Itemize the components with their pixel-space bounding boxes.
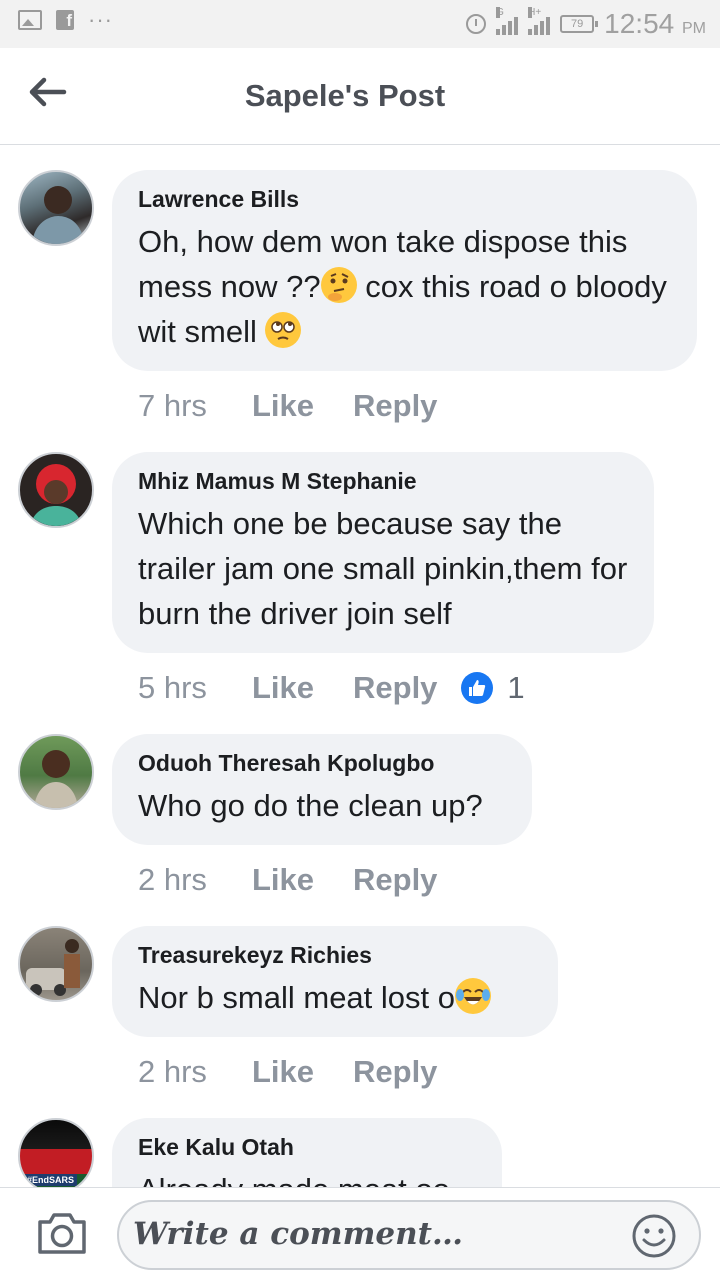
signal-icon: G [496, 7, 519, 35]
network-type-1: G [496, 7, 504, 18]
thumbs-up-icon [461, 672, 494, 704]
comment-text: Oh, how dem won take dispose this mess n… [138, 224, 667, 349]
network-type-2: H+ [528, 7, 542, 18]
comment-author[interactable]: Oduoh Theresah Kpolugbo [138, 750, 506, 777]
avatar[interactable] [18, 734, 94, 810]
page-title: Sapele's Post [244, 78, 446, 113]
reaction-summary[interactable]: 1 [461, 670, 525, 706]
like-button[interactable]: Like [252, 1054, 353, 1090]
facebook-icon: f [56, 10, 74, 30]
comment-actions: 7 hrs Like Reply [138, 388, 437, 424]
more-icon: ··· [88, 7, 113, 32]
smiley-icon[interactable] [631, 1213, 677, 1259]
signal-icon: H+ [528, 7, 551, 35]
battery-icon: 79 [560, 15, 599, 33]
app-header: Sapele's Post [0, 48, 720, 145]
tears-of-joy-face-icon [455, 978, 491, 1014]
like-button[interactable]: Like [252, 670, 353, 706]
reply-button[interactable]: Reply [353, 670, 437, 706]
comment-actions: 2 hrs Like Reply [138, 862, 437, 898]
comment-author[interactable]: Treasurekeyz Richies [138, 942, 532, 969]
thinking-face-icon [320, 267, 357, 303]
comment-timestamp: 5 hrs [138, 670, 207, 705]
avatar[interactable] [18, 452, 94, 528]
comment-bubble[interactable]: Eke Kalu Otah Already made meat oo [112, 1118, 502, 1187]
clock: 12:54 PM [604, 8, 706, 39]
status-bar: f ··· G H+ 79 12:54 PM [0, 0, 720, 48]
avatar[interactable] [18, 170, 94, 246]
like-button[interactable]: Like [252, 862, 353, 898]
comment-list[interactable]: Lawrence Bills Oh, how dem won take disp… [0, 145, 720, 1187]
comment-text: Which one be because say the trailer jam… [138, 506, 628, 631]
comment-author[interactable]: Mhiz Mamus M Stephanie [138, 468, 628, 495]
camera-icon[interactable] [36, 1210, 88, 1256]
gallery-icon [18, 10, 42, 30]
comment-actions: 5 hrs Like Reply 1 [138, 670, 525, 706]
avatar[interactable] [18, 926, 94, 1002]
comment-bubble[interactable]: Oduoh Theresah Kpolugbo Who go do the cl… [112, 734, 532, 845]
avatar[interactable]: #EndSARS [18, 1118, 94, 1187]
comment-composer: Write a comment… [0, 1187, 720, 1281]
comment-input[interactable]: Write a comment… [117, 1200, 701, 1270]
reply-button[interactable]: Reply [353, 388, 437, 424]
comment-placeholder: Write a comment… [133, 1216, 463, 1252]
reaction-count: 1 [507, 670, 525, 705]
comment-timestamp: 7 hrs [138, 388, 207, 423]
rolling-eyes-face-icon [265, 312, 302, 348]
comment-timestamp: 2 hrs [138, 862, 207, 897]
reply-button[interactable]: Reply [353, 1054, 437, 1090]
comment-text: Already made meat oo [138, 1167, 476, 1187]
comment-actions: 2 hrs Like Reply [138, 1054, 437, 1090]
comment-text: Nor b small meat lost o [138, 975, 532, 1020]
comment-author[interactable]: Eke Kalu Otah [138, 1134, 476, 1161]
comment-text: Who go do the clean up? [138, 788, 483, 823]
comment-bubble[interactable]: Treasurekeyz Richies Nor b small meat lo… [112, 926, 558, 1037]
comment-author[interactable]: Lawrence Bills [138, 186, 671, 213]
like-button[interactable]: Like [252, 388, 353, 424]
comment-timestamp: 2 hrs [138, 1054, 207, 1089]
comment-bubble[interactable]: Lawrence Bills Oh, how dem won take disp… [112, 170, 697, 371]
alarm-icon [466, 14, 487, 34]
reply-button[interactable]: Reply [353, 862, 437, 898]
avatar-caption: #EndSARS [24, 1174, 78, 1186]
comment-bubble[interactable]: Mhiz Mamus M Stephanie Which one be beca… [112, 452, 654, 653]
